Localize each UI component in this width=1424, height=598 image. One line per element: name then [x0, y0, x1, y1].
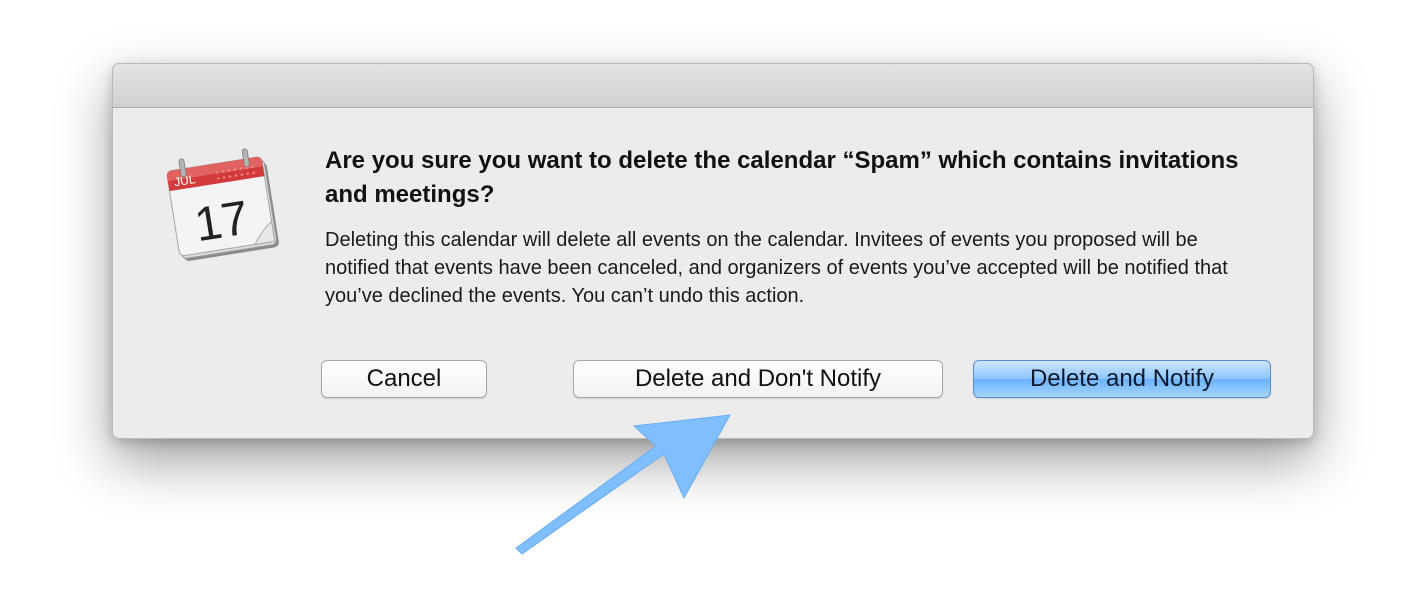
screenshot-stage: JUL 17 Are you sure you want to delete t… — [0, 0, 1424, 598]
cancel-button[interactable]: Cancel — [321, 360, 487, 398]
dialog-headline: Are you sure you want to delete the cale… — [325, 147, 1239, 208]
dialog-message: Deleting this calendar will delete all e… — [325, 229, 1228, 307]
alert-dialog: JUL 17 Are you sure you want to delete t… — [112, 63, 1314, 439]
delete-dont-notify-button[interactable]: Delete and Don't Notify — [573, 360, 943, 398]
window-titlebar — [113, 64, 1313, 108]
calendar-day-number: 17 — [191, 192, 252, 253]
pointer-arrow-icon — [515, 414, 731, 555]
delete-and-notify-button[interactable]: Delete and Notify — [973, 360, 1271, 398]
calendar-app-icon: JUL 17 — [166, 148, 279, 261]
